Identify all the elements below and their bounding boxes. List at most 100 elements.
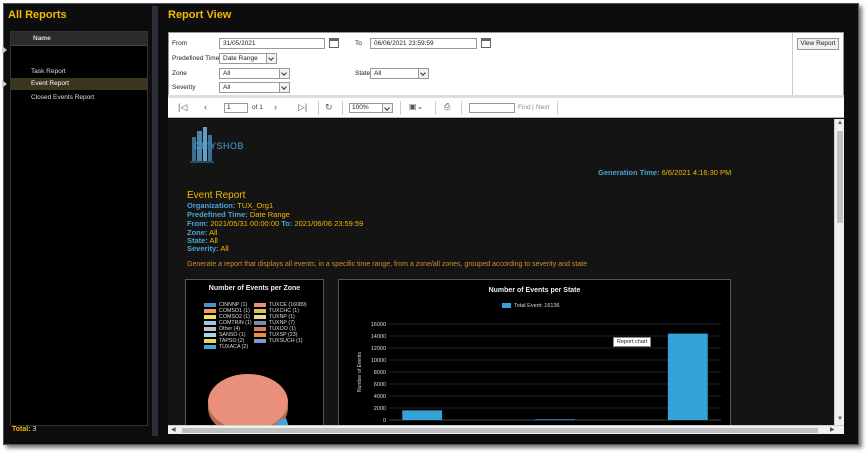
vertical-scroll-thumb[interactable]	[837, 131, 843, 223]
print-icon[interactable]: ⎙	[444, 102, 450, 112]
scroll-down-icon[interactable]: ▼	[837, 416, 843, 422]
page-number-input[interactable]: 1	[224, 103, 248, 113]
report-chart-tooltip: Report chart	[613, 337, 652, 347]
to-value: 2021/06/06 23:59:59	[294, 219, 364, 228]
state-select[interactable]: All	[370, 68, 429, 79]
y-tick-label: 12000	[371, 346, 386, 352]
from-calendar-icon[interactable]	[329, 38, 339, 48]
severity-value: All	[223, 84, 231, 91]
scroll-left-icon[interactable]: ◀	[171, 426, 176, 433]
first-page-icon[interactable]: |◁	[178, 102, 187, 112]
y-tick-label: 0	[383, 418, 386, 424]
last-page-icon[interactable]: ▷|	[298, 102, 307, 112]
organization-value: TUX_Org1	[237, 201, 274, 210]
report-toolbar: |◁ ‹ 1 of 1 › ▷| ↻ 100% ▣⌄ ⎙ Find | Next	[168, 98, 844, 118]
refresh-icon[interactable]: ↻	[325, 102, 333, 112]
find-input[interactable]	[469, 103, 515, 113]
legend-swatch	[204, 338, 216, 343]
logo-text: CITYSHOB	[194, 141, 245, 151]
scroll-right-icon[interactable]: ▶	[830, 426, 835, 433]
state-bar	[667, 333, 708, 420]
next-page-icon[interactable]: ›	[274, 102, 277, 112]
toolbar-separator	[557, 101, 558, 115]
chevron-down-icon	[279, 83, 289, 92]
chevron-down-icon	[382, 104, 392, 112]
zone-pie	[208, 374, 289, 425]
organization-line: Organization: TUX_Org1	[187, 201, 273, 210]
view-report-button[interactable]: View Report	[797, 38, 839, 50]
state-value: All	[374, 70, 382, 77]
to-calendar-icon[interactable]	[481, 38, 491, 48]
y-axis-label: Number of Events	[357, 351, 363, 392]
report-item-event[interactable]: Event Report	[11, 78, 147, 90]
legend-swatch	[254, 332, 266, 337]
toolbar-separator	[318, 101, 319, 115]
find-next-link[interactable]: Next	[536, 104, 549, 111]
chevron-down-icon	[418, 69, 428, 78]
toolbar-separator	[342, 101, 343, 115]
pie-slice-tuxce	[208, 374, 288, 425]
filters-panel: From 31/05/2021 To 06/06/2021 23:59:59 P…	[168, 32, 844, 96]
reports-panel: All Reports Name Task Report Event Repor…	[2, 6, 149, 436]
reports-total: Total: 3	[12, 426, 36, 433]
zone-select[interactable]: All	[219, 68, 290, 79]
report-description: Generate a report that displays all even…	[187, 261, 587, 268]
toolbar-separator	[461, 101, 462, 115]
state-bar	[402, 410, 443, 420]
y-tick-label: 4000	[374, 394, 386, 400]
predefined-time-line: Predefined Time: Date Range	[187, 210, 290, 219]
to-date-input[interactable]: 06/06/2021 23:59:59	[370, 38, 477, 49]
chevron-down-icon	[279, 69, 289, 78]
legend-swatch	[204, 344, 216, 349]
predefined-time-label: Predefined Time:	[187, 210, 248, 219]
toolbar-separator	[435, 101, 436, 115]
predefined-time-select[interactable]: Date Range	[219, 53, 277, 64]
y-tick-label: 14000	[371, 334, 386, 340]
y-tick-label: 2000	[374, 406, 386, 412]
legend-label: TUXACA (2)	[219, 344, 249, 350]
report-horizontal-scrollbar[interactable]: ◀ ▶	[168, 425, 844, 434]
state-label: State	[355, 70, 371, 77]
zone-chart-title: Number of Events per Zone	[208, 285, 301, 292]
find-link[interactable]: Find	[518, 104, 531, 111]
horizontal-scroll-thumb[interactable]	[182, 428, 818, 433]
scroll-up-icon[interactable]: ▲	[837, 120, 843, 126]
severity-select[interactable]: All	[219, 82, 290, 93]
predefined-time-value: Date Range	[249, 210, 290, 219]
report-view-title: Report View	[168, 9, 232, 21]
name-column-header[interactable]: Name	[11, 32, 147, 46]
predefined-time-value: Date Range	[223, 55, 258, 62]
y-tick-label: 10000	[371, 358, 386, 364]
y-tick-label: 6000	[374, 382, 386, 388]
legend-swatch	[254, 320, 266, 325]
legend-swatch	[204, 308, 216, 313]
export-save-icon[interactable]: ▣⌄	[409, 102, 423, 112]
from-date-input[interactable]: 31/05/2021	[219, 38, 325, 49]
legend-swatch	[254, 338, 266, 343]
severity-value: All	[220, 244, 229, 253]
report-item-closed-events[interactable]: Closed Events Report	[11, 92, 147, 104]
legend-swatch	[204, 302, 216, 307]
zoom-select[interactable]: 100%	[349, 103, 393, 113]
state-bar-chart: 0 2000 4000 6000 8000 10000 12000 14000 16000 Num…	[357, 322, 721, 424]
severity-label: Severity:	[187, 244, 219, 253]
panel-splitter[interactable]	[152, 6, 158, 436]
zone-legend-item: TUXACA (2)	[204, 344, 248, 350]
legend-swatch	[204, 332, 216, 337]
reports-list: Name Task Report Event Report Closed Eve…	[2, 31, 148, 426]
previous-page-icon[interactable]: ‹	[204, 102, 207, 112]
legend-swatch	[204, 314, 216, 319]
selected-row-arrow-icon	[2, 80, 7, 88]
collapse-arrow-icon[interactable]	[2, 46, 7, 54]
from-value: 2021/05/31 00:00:00	[210, 219, 280, 228]
legend-swatch	[254, 314, 266, 319]
legend-swatch	[204, 326, 216, 331]
report-item-task[interactable]: Task Report	[11, 66, 147, 78]
state-chart: Number of Events per State Total Event: …	[338, 279, 731, 425]
report-vertical-scrollbar[interactable]: ▲ ▼	[834, 119, 844, 425]
date-range-line: From: 2021/05/31 00:00:00 To: 2021/06/06…	[187, 219, 363, 228]
zone-legend-item: TUXSUCH (1)	[254, 338, 303, 344]
severity-label: Severity	[172, 84, 196, 91]
report-document: CITYSHOB Generation Time: 6/6/2021 4:16:…	[168, 119, 834, 425]
y-tick-label: 16000	[371, 322, 386, 328]
